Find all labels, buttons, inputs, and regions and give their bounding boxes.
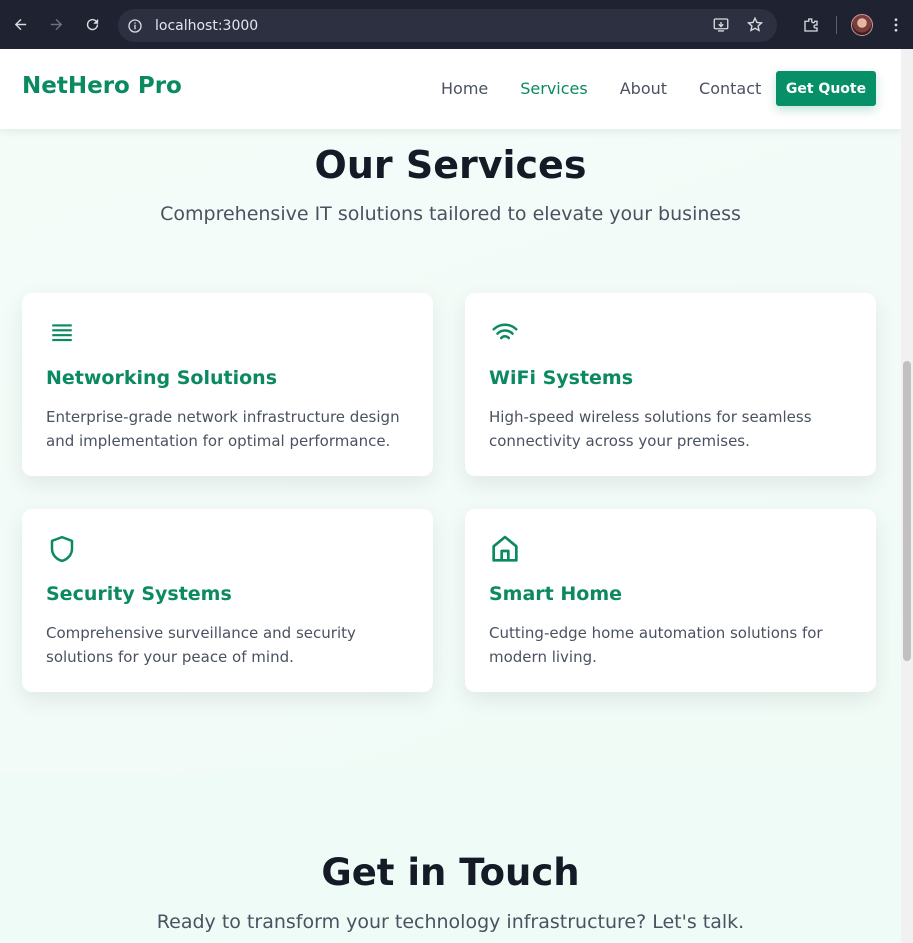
browser-toolbar: localhost:3000 (0, 0, 913, 49)
main-nav: Home Services About Contact (441, 79, 793, 98)
site-info-icon[interactable] (126, 17, 144, 35)
services-title: Our Services (314, 143, 587, 187)
site-header: NetHero Pro Home Services About Contact … (0, 49, 901, 129)
scrollbar-thumb[interactable] (903, 361, 911, 661)
nav-about[interactable]: About (620, 79, 667, 98)
contact-section: Get in Touch Ready to transform your tec… (0, 773, 901, 943)
service-card-description: Enterprise-grade network infrastructure … (46, 408, 400, 450)
page-scrollbar[interactable] (901, 49, 913, 943)
service-card-security[interactable]: Security Systems Comprehensive surveilla… (22, 509, 433, 692)
service-card-description: Cutting-edge home automation solutions f… (489, 624, 823, 666)
reload-icon[interactable] (74, 6, 110, 42)
nav-contact[interactable]: Contact (699, 79, 761, 98)
bookmark-star-icon[interactable] (745, 15, 765, 35)
forward-icon[interactable] (38, 6, 74, 42)
shield-icon (46, 533, 78, 565)
contact-title: Get in Touch (321, 851, 580, 894)
profile-avatar[interactable] (845, 8, 879, 42)
toolbar-divider (836, 16, 837, 34)
service-card-description: Comprehensive surveillance and security … (46, 624, 356, 666)
service-card-smart-home[interactable]: Smart Home Cutting-edge home automation … (465, 509, 876, 692)
wifi-icon (489, 317, 521, 349)
nav-services[interactable]: Services (520, 79, 587, 98)
extensions-icon[interactable] (794, 8, 828, 42)
service-card-title: Security Systems (46, 583, 232, 605)
back-icon[interactable] (2, 6, 38, 42)
address-bar[interactable]: localhost:3000 (118, 9, 777, 42)
service-card-description: High-speed wireless solutions for seamle… (489, 408, 812, 450)
service-card-title: Networking Solutions (46, 367, 277, 389)
home-icon (489, 533, 521, 565)
service-card-title: WiFi Systems (489, 367, 634, 389)
service-card-wifi[interactable]: WiFi Systems High-speed wireless solutio… (465, 293, 876, 476)
more-menu-icon[interactable] (879, 8, 913, 42)
service-card-title: Smart Home (489, 583, 623, 605)
nav-home[interactable]: Home (441, 79, 488, 98)
contact-subtitle: Ready to transform your technology infra… (156, 911, 745, 933)
get-quote-button[interactable]: Get Quote (776, 71, 876, 106)
services-subtitle: Comprehensive IT solutions tailored to e… (160, 203, 741, 225)
service-card-networking[interactable]: Networking Solutions Enterprise-grade ne… (22, 293, 433, 476)
install-app-icon[interactable] (711, 15, 731, 35)
site-logo[interactable]: NetHero Pro (22, 73, 182, 99)
page-viewport: NetHero Pro Home Services About Contact … (0, 49, 901, 943)
list-icon (46, 317, 78, 349)
url-text[interactable]: localhost:3000 (155, 18, 258, 34)
